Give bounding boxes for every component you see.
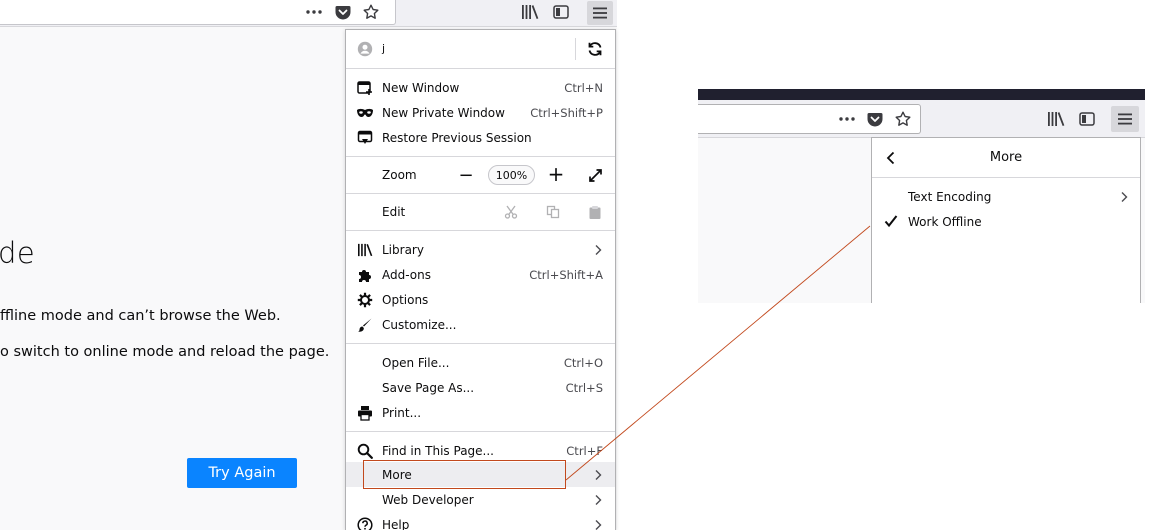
menu-item-open-file[interactable]: Open File... Ctrl+O <box>346 350 615 375</box>
hamburger-menu-icon[interactable] <box>1111 106 1139 132</box>
menu-item-restore-session[interactable]: Restore Previous Session <box>346 125 615 150</box>
fullscreen-icon[interactable] <box>584 164 606 186</box>
chevron-right-icon <box>595 519 602 530</box>
library-icon[interactable] <box>1045 108 1067 130</box>
more-dots-icon[interactable] <box>303 1 325 23</box>
sidebar-icon[interactable] <box>550 1 572 23</box>
new-window-icon <box>356 79 374 97</box>
bookmark-star-icon[interactable] <box>892 108 914 130</box>
try-again-button[interactable]: Try Again <box>187 458 297 488</box>
menu-separator <box>346 230 615 231</box>
menu-item-print[interactable]: Print... <box>346 400 615 425</box>
pocket-icon[interactable] <box>332 1 354 23</box>
window-titlebar <box>698 89 1145 100</box>
chevron-right-icon <box>1121 192 1128 202</box>
chevron-right-icon <box>595 244 602 255</box>
inset-toolbar <box>698 100 1145 138</box>
sync-icon[interactable] <box>584 38 606 60</box>
navigation-toolbar <box>0 0 617 27</box>
menu-separator <box>346 431 615 432</box>
zoom-reset-button[interactable]: 100% <box>488 165 535 185</box>
menu-item-customize[interactable]: Customize... <box>346 312 615 337</box>
paintbrush-icon <box>356 316 374 334</box>
menu-item-options[interactable]: Options <box>346 287 615 312</box>
copy-icon[interactable] <box>542 201 564 223</box>
library-icon <box>356 241 374 259</box>
chevron-right-icon <box>595 494 602 505</box>
bookmark-star-icon[interactable] <box>360 1 382 23</box>
sidebar-icon[interactable] <box>1076 108 1098 130</box>
menu-item-new-window[interactable]: New Window Ctrl+N <box>346 75 615 100</box>
menu-item-text-encoding[interactable]: Text Encoding <box>872 185 1140 210</box>
menu-item-help[interactable]: Help <box>346 512 615 530</box>
private-mask-icon <box>356 104 374 122</box>
submenu-title: More <box>989 150 1023 165</box>
checkmark-icon <box>884 214 898 231</box>
url-bar[interactable] <box>0 0 396 25</box>
more-submenu-panel: More Text Encoding Work Offline <box>871 137 1141 303</box>
menu-item-new-private-window[interactable]: New Private Window Ctrl+Shift+P <box>346 100 615 125</box>
app-menu-panel: j New Window Ctrl+N New Private Window C… <box>345 29 616 530</box>
menu-item-addons[interactable]: Add-ons Ctrl+Shift+A <box>346 262 615 287</box>
error-instruction: o switch to online mode and reload the p… <box>0 344 330 360</box>
url-bar[interactable] <box>698 104 921 134</box>
zoom-in-button[interactable]: + <box>545 162 567 186</box>
puzzle-piece-icon <box>356 266 374 284</box>
hamburger-menu-icon[interactable] <box>587 1 613 25</box>
paste-icon[interactable] <box>584 201 606 223</box>
restore-session-icon <box>356 129 374 147</box>
menu-separator <box>346 343 615 344</box>
zoom-out-button[interactable]: − <box>455 164 477 186</box>
pocket-icon[interactable] <box>864 108 886 130</box>
gear-icon <box>356 291 374 309</box>
menu-separator <box>346 68 615 69</box>
account-row[interactable]: j <box>346 30 615 68</box>
chevron-right-icon <box>595 469 602 480</box>
help-icon <box>356 516 374 530</box>
menu-item-edit: Edit <box>346 199 615 224</box>
menu-item-library[interactable]: Library <box>346 237 615 262</box>
error-title: de <box>0 236 36 270</box>
menu-item-work-offline[interactable]: Work Offline <box>872 210 1140 235</box>
account-divider <box>575 38 576 60</box>
cut-icon[interactable] <box>500 201 522 223</box>
library-icon[interactable] <box>519 1 541 23</box>
zoomed-inset: More Text Encoding Work Offline <box>698 89 1145 303</box>
menu-item-save-page[interactable]: Save Page As... Ctrl+S <box>346 375 615 400</box>
account-name: j <box>382 42 480 55</box>
more-dots-icon[interactable] <box>836 108 858 130</box>
error-description: ffline mode and can’t browse the Web. <box>0 308 281 324</box>
search-icon <box>356 442 374 460</box>
menu-separator <box>346 156 615 157</box>
more-highlight-outline <box>363 460 566 489</box>
menu-separator <box>346 193 615 194</box>
account-avatar-icon <box>356 40 374 58</box>
printer-icon <box>356 404 374 422</box>
menu-item-web-developer[interactable]: Web Developer <box>346 487 615 512</box>
menu-item-zoom: Zoom − 100% + <box>346 162 615 187</box>
submenu-header: More <box>872 138 1140 178</box>
